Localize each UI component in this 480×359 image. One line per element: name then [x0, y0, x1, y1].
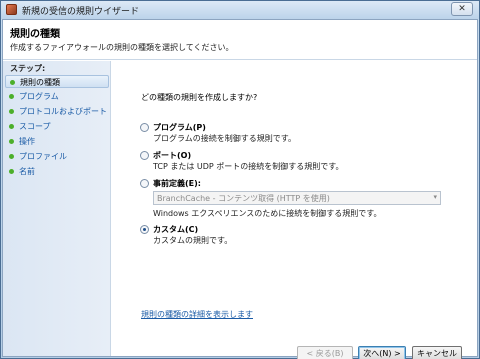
- step-scope[interactable]: スコープ: [5, 120, 109, 133]
- step-label: プロトコルおよびポート: [19, 107, 107, 116]
- predefined-radio[interactable]: [140, 179, 149, 188]
- back-button[interactable]: < 戻る(B): [297, 346, 353, 359]
- step-action[interactable]: 操作: [5, 135, 109, 148]
- program-option-desc: プログラムの接続を制御する規則です。: [153, 134, 296, 143]
- step-bullet-icon: [9, 169, 14, 174]
- step-bullet-icon: [9, 139, 14, 144]
- step-bullet-icon: [9, 94, 14, 99]
- step-program[interactable]: プログラム: [5, 90, 109, 103]
- port-option-label[interactable]: ポート(O): [153, 150, 191, 161]
- step-label: プロファイル: [19, 152, 67, 161]
- next-button[interactable]: 次へ(N) >: [358, 346, 406, 359]
- custom-radio[interactable]: [140, 225, 149, 234]
- step-label: 名前: [19, 167, 35, 176]
- firewall-icon: [6, 4, 17, 15]
- program-option-label[interactable]: プログラム(P): [153, 122, 206, 133]
- step-label: 操作: [19, 137, 35, 146]
- step-protocol-ports[interactable]: プロトコルおよびポート: [5, 105, 109, 118]
- step-bullet-icon: [9, 109, 14, 114]
- predefined-select-value: BranchCache - コンテンツ取得 (HTTP を使用): [157, 194, 330, 203]
- wizard-content: 規則の種類 作成するファイアウォールの規則の種類を選択してください。 ステップ:…: [2, 19, 478, 359]
- custom-option-label[interactable]: カスタム(C): [153, 224, 198, 235]
- program-radio[interactable]: [140, 123, 149, 132]
- step-label: プログラム: [19, 92, 59, 101]
- steps-sidebar: ステップ: 規則の種類 プログラム プロトコルおよびポート スコープ 操作 プロ…: [3, 61, 111, 356]
- steps-label: ステップ:: [10, 64, 46, 73]
- page-header: 規則の種類 作成するファイアウォールの規則の種類を選択してください。: [3, 20, 477, 60]
- step-bullet-icon: [10, 80, 15, 85]
- predefined-rule-select[interactable]: BranchCache - コンテンツ取得 (HTTP を使用) ▾: [153, 191, 441, 205]
- close-button[interactable]: ✕: [451, 2, 473, 16]
- window-title: 新規の受信の規則ウイザード: [22, 7, 140, 17]
- custom-option-desc: カスタムの規則です。: [153, 236, 233, 245]
- page-description: 作成するファイアウォールの規則の種類を選択してください。: [10, 43, 234, 52]
- step-label: 規則の種類: [20, 78, 60, 87]
- predefined-option-desc: Windows エクスペリエンスのために接続を制御する規則です。: [153, 209, 382, 218]
- predefined-option-label[interactable]: 事前定義(E):: [153, 178, 201, 189]
- rule-type-question: どの種類の規則を作成しますか?: [141, 93, 258, 102]
- wizard-window: 新規の受信の規則ウイザード ✕ 規則の種類 作成するファイアウォールの規則の種類…: [0, 0, 480, 359]
- title-bar: 新規の受信の規則ウイザード ✕: [1, 1, 479, 19]
- step-name[interactable]: 名前: [5, 165, 109, 178]
- step-label: スコープ: [19, 122, 51, 131]
- step-profile[interactable]: プロファイル: [5, 150, 109, 163]
- step-bullet-icon: [9, 124, 14, 129]
- rule-types-help-link[interactable]: 規則の種類の詳細を表示します: [141, 309, 253, 320]
- port-radio[interactable]: [140, 151, 149, 160]
- step-rule-type[interactable]: 規則の種類: [5, 75, 109, 88]
- chevron-down-icon: ▾: [433, 193, 437, 201]
- cancel-button[interactable]: キャンセル: [412, 346, 462, 359]
- main-panel: どの種類の規則を作成しますか? プログラム(P) プログラムの接続を制御する規則…: [111, 61, 477, 359]
- port-option-desc: TCP または UDP ポートの接続を制御する規則です。: [153, 162, 344, 171]
- step-bullet-icon: [9, 154, 14, 159]
- page-title: 規則の種類: [10, 29, 60, 40]
